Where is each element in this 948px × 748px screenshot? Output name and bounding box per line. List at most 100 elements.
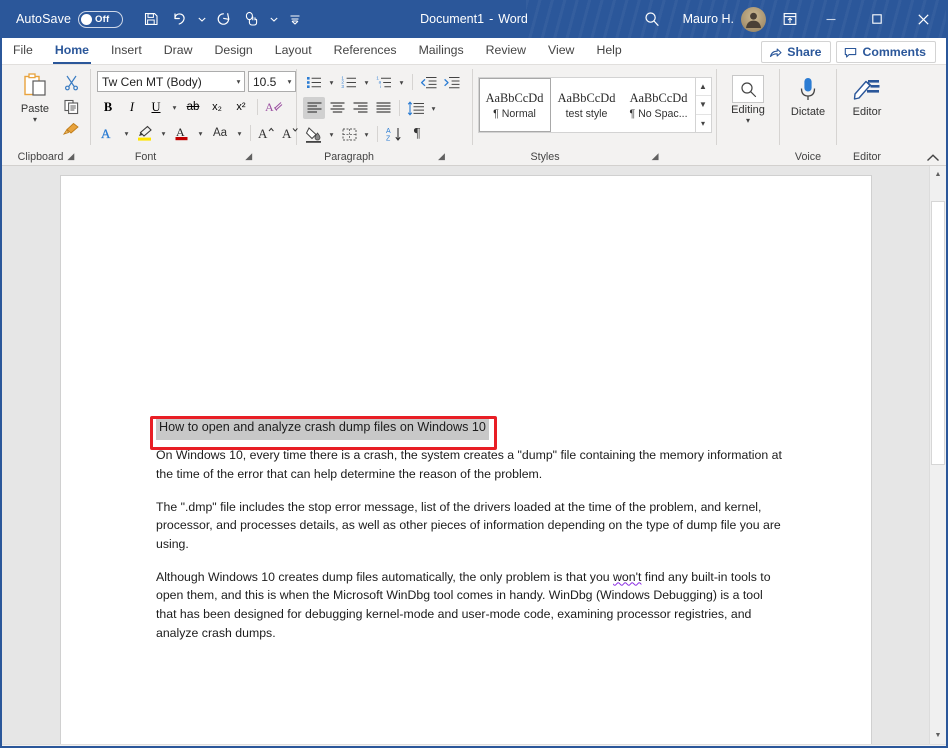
clear-formatting-button[interactable]: A bbox=[263, 96, 285, 118]
vertical-scrollbar[interactable]: ▲ ▼ bbox=[929, 166, 946, 744]
misspelled-word[interactable]: won't bbox=[613, 570, 641, 584]
underline-button[interactable]: U bbox=[145, 96, 167, 118]
font-size-combo[interactable]: 10.5 ▾ bbox=[248, 71, 296, 92]
collapse-ribbon-icon[interactable] bbox=[926, 153, 940, 163]
decrease-indent-button[interactable] bbox=[418, 71, 440, 93]
shading-button[interactable] bbox=[303, 123, 325, 145]
tab-review[interactable]: Review bbox=[475, 38, 537, 64]
document-page[interactable]: How to open and analyze crash dump files… bbox=[61, 176, 871, 744]
styles-scroll-down-icon[interactable]: ▼ bbox=[696, 96, 711, 114]
superscript-button[interactable]: x² bbox=[230, 96, 252, 118]
tab-layout[interactable]: Layout bbox=[264, 38, 323, 64]
scrollbar-track[interactable] bbox=[930, 183, 946, 727]
comments-button[interactable]: Comments bbox=[836, 41, 936, 63]
align-left-button[interactable] bbox=[303, 97, 325, 119]
tab-home[interactable]: Home bbox=[44, 38, 100, 64]
sort-button[interactable]: AZ bbox=[383, 123, 405, 145]
document-heading[interactable]: How to open and analyze crash dump files… bbox=[156, 416, 489, 440]
justify-button[interactable] bbox=[372, 97, 394, 119]
undo-dropdown-icon[interactable] bbox=[195, 5, 208, 33]
document-text[interactable]: How to open and analyze crash dump files… bbox=[156, 416, 786, 656]
numbering-button[interactable]: 123 bbox=[338, 71, 360, 93]
strikethrough-button[interactable]: ab bbox=[182, 96, 204, 118]
tab-draw[interactable]: Draw bbox=[153, 38, 204, 64]
ribbon-display-options-icon[interactable] bbox=[772, 0, 808, 38]
tab-references[interactable]: References bbox=[323, 38, 408, 64]
show-formatting-marks-button[interactable]: ¶ bbox=[406, 123, 428, 145]
highlight-dropdown-icon[interactable]: ▾ bbox=[158, 129, 169, 138]
tab-view[interactable]: View bbox=[537, 38, 585, 64]
tab-insert[interactable]: Insert bbox=[100, 38, 153, 64]
tab-help[interactable]: Help bbox=[585, 38, 632, 64]
multilevel-list-button[interactable]: 1ai bbox=[373, 71, 395, 93]
styles-dialog-launcher[interactable]: ◢ bbox=[652, 152, 659, 161]
document-paragraph-2[interactable]: The ".dmp" file includes the stop error … bbox=[156, 498, 786, 554]
line-spacing-dropdown-icon[interactable]: ▾ bbox=[428, 104, 439, 113]
font-name-combo[interactable]: Tw Cen MT (Body) ▾ bbox=[97, 71, 245, 92]
font-color-dropdown-icon[interactable]: ▾ bbox=[195, 129, 206, 138]
align-center-button[interactable] bbox=[326, 97, 348, 119]
clipboard-dialog-launcher[interactable]: ◢ bbox=[67, 152, 74, 161]
redo-icon[interactable] bbox=[209, 5, 237, 33]
scroll-up-icon[interactable]: ▲ bbox=[930, 166, 946, 183]
autosave-toggle[interactable]: Off bbox=[78, 11, 123, 28]
font-name-dropdown-icon[interactable]: ▾ bbox=[233, 77, 244, 86]
increase-indent-button[interactable] bbox=[441, 71, 463, 93]
subscript-button[interactable]: x₂ bbox=[206, 96, 228, 118]
scrollbar-thumb[interactable] bbox=[931, 201, 945, 465]
touch-mode-dropdown-icon[interactable] bbox=[267, 5, 280, 33]
save-icon[interactable] bbox=[137, 5, 165, 33]
customize-qat-icon[interactable] bbox=[281, 5, 309, 33]
multilevel-list-dropdown-icon[interactable]: ▾ bbox=[396, 78, 407, 87]
search-icon[interactable] bbox=[629, 0, 675, 38]
tab-design[interactable]: Design bbox=[203, 38, 263, 64]
tab-mailings[interactable]: Mailings bbox=[408, 38, 475, 64]
document-paragraph-1[interactable]: On Windows 10, every time there is a cra… bbox=[156, 446, 786, 483]
copy-button[interactable] bbox=[60, 95, 82, 117]
style-item-normal[interactable]: AaBbCcDd ¶ Normal bbox=[479, 78, 551, 132]
font-color-button[interactable]: A bbox=[171, 122, 193, 144]
touch-mode-icon[interactable] bbox=[238, 5, 266, 33]
maximize-button[interactable] bbox=[854, 0, 900, 38]
scroll-down-icon[interactable]: ▼ bbox=[930, 727, 946, 744]
font-size-dropdown-icon[interactable]: ▾ bbox=[284, 77, 295, 86]
paragraph-dialog-launcher[interactable]: ◢ bbox=[438, 152, 445, 161]
underline-dropdown-icon[interactable]: ▾ bbox=[169, 103, 180, 112]
line-spacing-button[interactable] bbox=[405, 97, 427, 119]
shading-dropdown-icon[interactable]: ▾ bbox=[326, 130, 337, 139]
paste-button[interactable]: Paste ▾ bbox=[12, 70, 58, 124]
account-button[interactable]: Mauro H. bbox=[675, 7, 772, 32]
style-item-no-spacing[interactable]: AaBbCcDd ¶ No Spac... bbox=[623, 78, 695, 132]
styles-scroll-up-icon[interactable]: ▲ bbox=[696, 78, 711, 96]
document-title-paragraph[interactable]: How to open and analyze crash dump files… bbox=[156, 416, 786, 440]
align-right-button[interactable] bbox=[349, 97, 371, 119]
styles-more-icon[interactable]: ▾ bbox=[696, 115, 711, 132]
numbering-dropdown-icon[interactable]: ▾ bbox=[361, 78, 372, 87]
text-effects-dropdown-icon[interactable]: ▾ bbox=[121, 129, 132, 138]
grow-font-button[interactable]: A bbox=[256, 122, 278, 144]
undo-icon[interactable] bbox=[166, 5, 194, 33]
borders-dropdown-icon[interactable]: ▾ bbox=[361, 130, 372, 139]
avatar[interactable] bbox=[741, 7, 766, 32]
highlight-button[interactable] bbox=[134, 122, 156, 144]
minimize-button[interactable] bbox=[808, 0, 854, 38]
tab-file[interactable]: File bbox=[2, 38, 44, 64]
proofing-errors-icon[interactable] bbox=[186, 745, 221, 748]
share-button[interactable]: Share bbox=[761, 41, 831, 63]
editor-button[interactable]: Editor bbox=[843, 73, 891, 118]
editing-dropdown-icon[interactable]: ▾ bbox=[746, 117, 750, 125]
focus-button[interactable]: Focus bbox=[581, 745, 649, 748]
editing-button[interactable]: Editing ▾ bbox=[723, 73, 773, 125]
change-case-dropdown-icon[interactable]: ▾ bbox=[234, 129, 245, 138]
text-effects-button[interactable]: A bbox=[97, 122, 119, 144]
change-case-button[interactable]: Aa bbox=[208, 122, 232, 144]
document-paragraph-3[interactable]: Although Windows 10 creates dump files a… bbox=[156, 568, 786, 643]
page-indicator[interactable]: Page 1 of 1 bbox=[10, 745, 87, 748]
borders-button[interactable] bbox=[338, 123, 360, 145]
bullets-dropdown-icon[interactable]: ▾ bbox=[326, 78, 337, 87]
word-count[interactable]: 11 of 142 words bbox=[87, 745, 186, 748]
close-button[interactable] bbox=[900, 0, 946, 38]
cut-button[interactable] bbox=[60, 71, 82, 93]
bold-button[interactable]: B bbox=[97, 96, 119, 118]
bullets-button[interactable] bbox=[303, 71, 325, 93]
